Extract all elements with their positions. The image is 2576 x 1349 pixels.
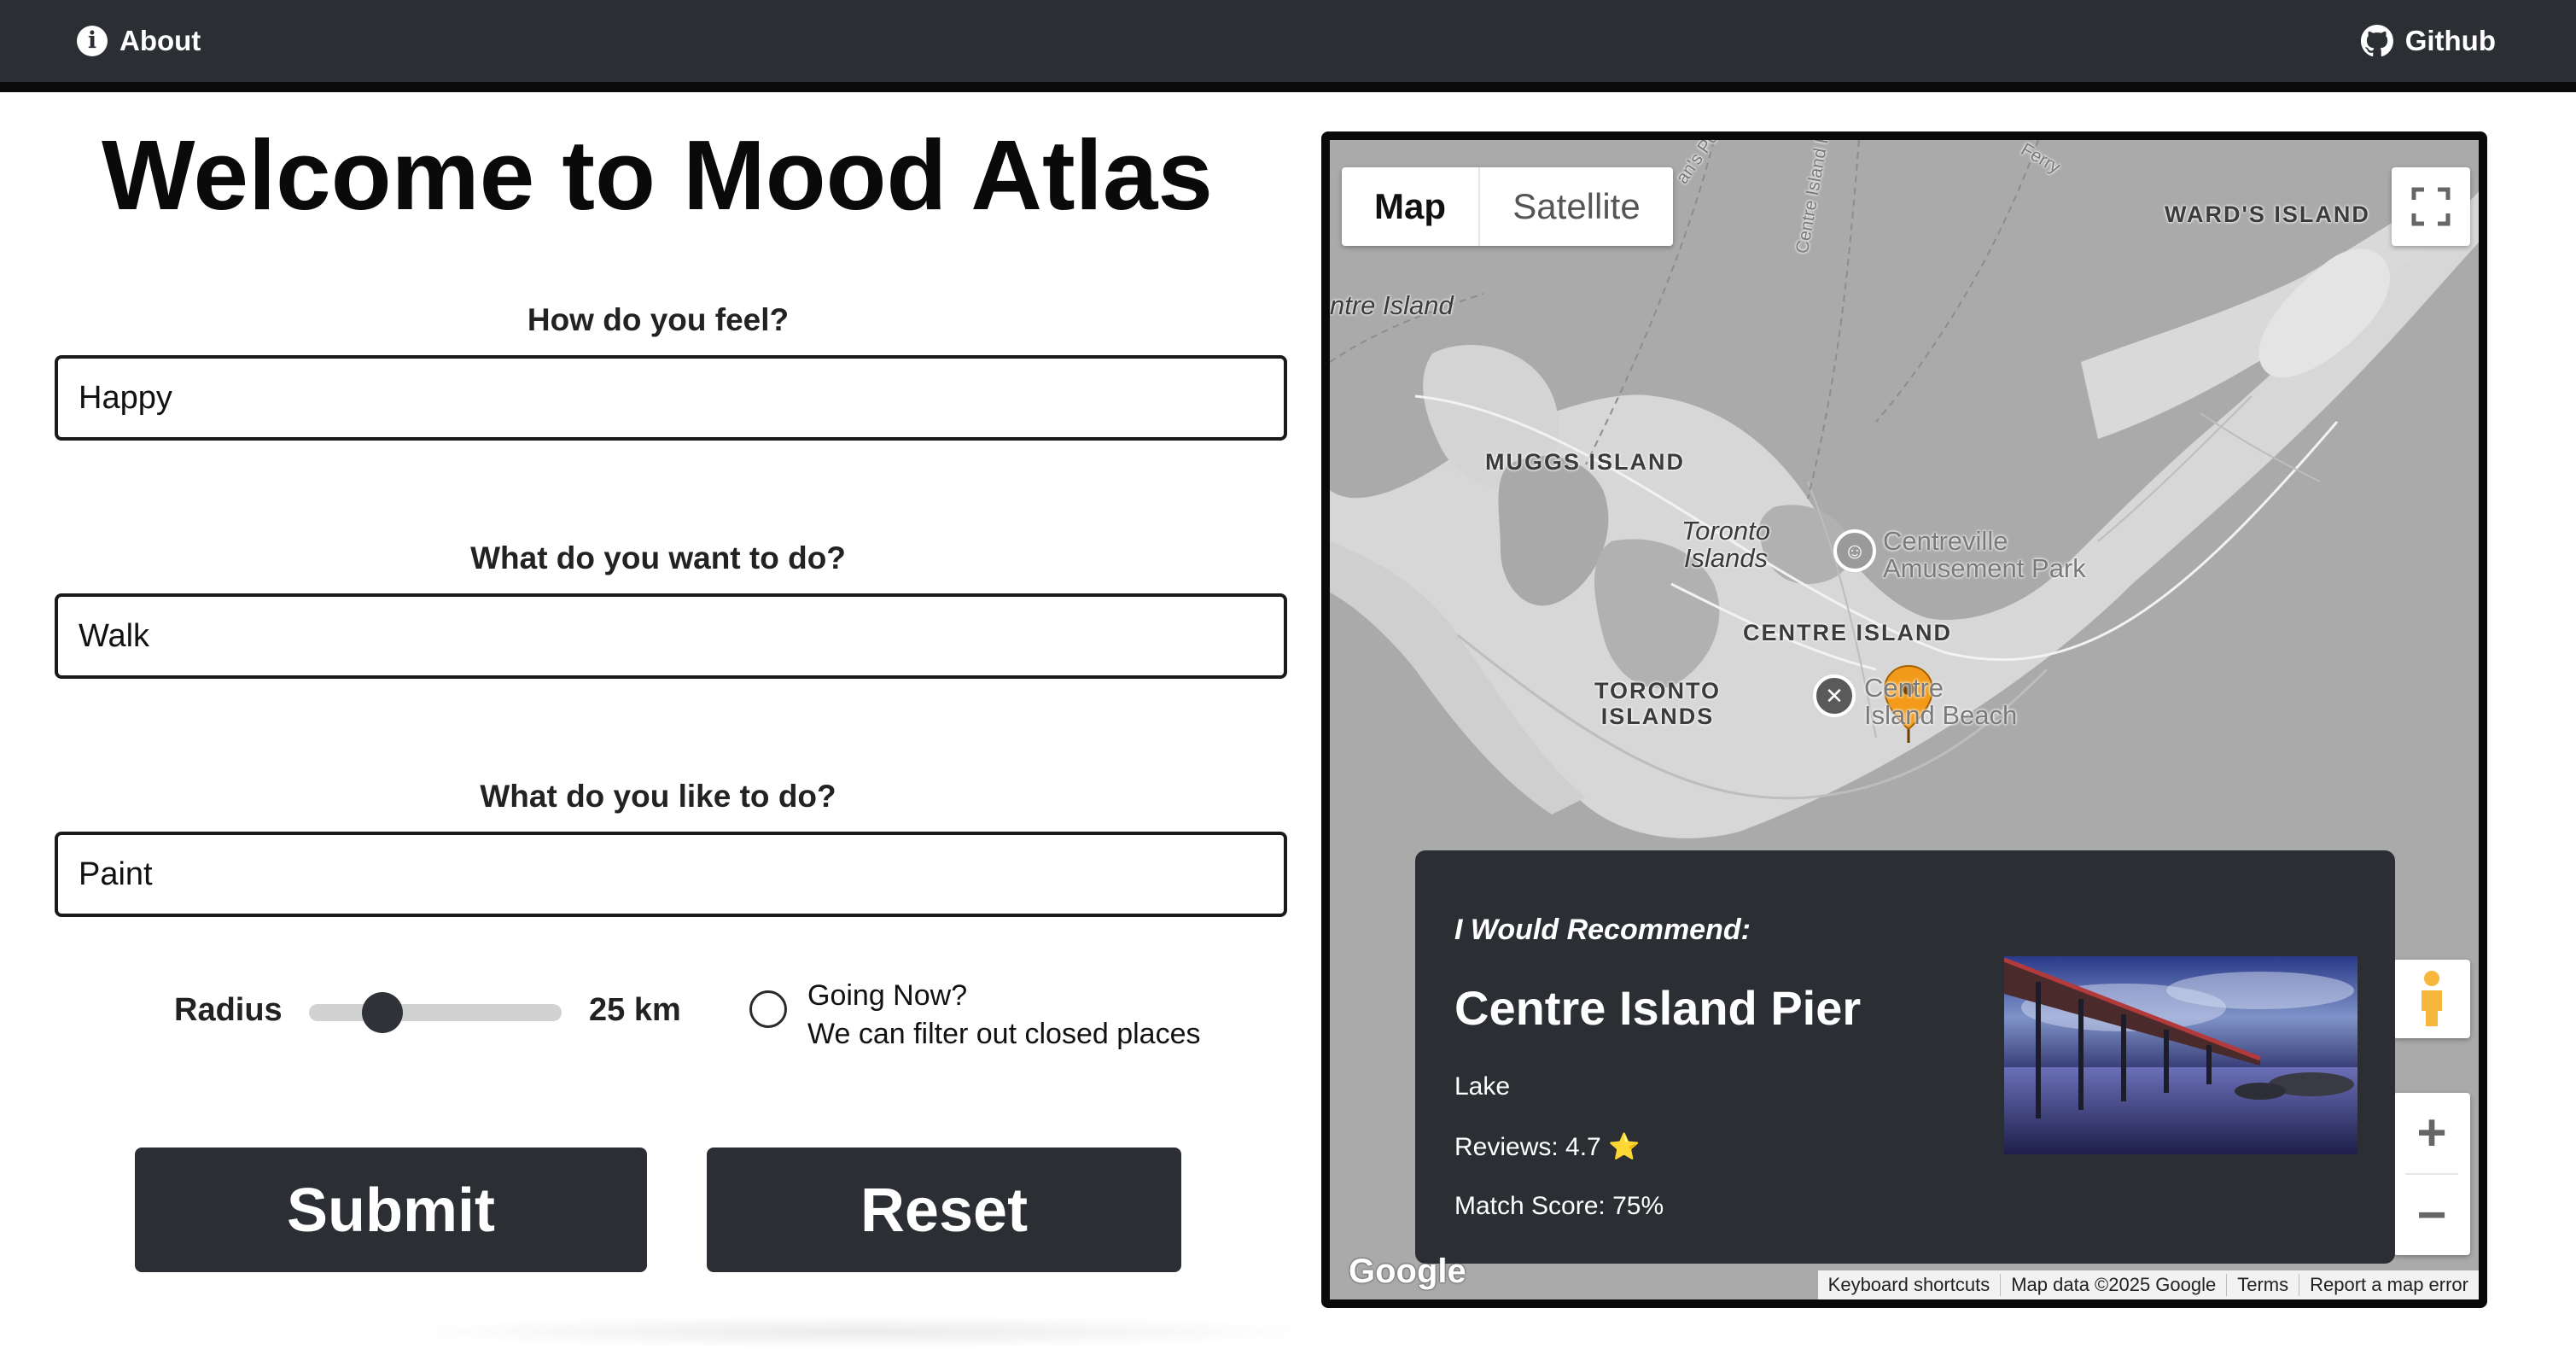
map-label-toronto-islands-caps: TORONTO ISLANDS	[1594, 678, 1721, 729]
toronto-islands-caps-line-1: TORONTO	[1594, 678, 1722, 704]
radius-slider-thumb[interactable]	[361, 992, 403, 1033]
footer-shadow	[393, 1315, 1332, 1349]
map-attribution-bar: Keyboard shortcuts Map data ©2025 Google…	[1817, 1270, 2479, 1299]
street-view-button[interactable]	[2393, 960, 2470, 1038]
keyboard-shortcuts-link[interactable]: Keyboard shortcuts	[1818, 1274, 2001, 1296]
zoom-control: + −	[2393, 1093, 2470, 1255]
fullscreen-icon	[2411, 187, 2451, 226]
map-label-toronto-islands: Toronto Islands	[1681, 517, 1770, 572]
submit-button[interactable]: Submit	[135, 1148, 647, 1272]
github-icon	[2360, 25, 2393, 57]
report-map-error-link[interactable]: Report a map error	[2299, 1274, 2479, 1296]
reset-button[interactable]: Reset	[707, 1148, 1181, 1272]
about-link[interactable]: i About	[77, 22, 201, 60]
going-now-radio[interactable]	[749, 990, 787, 1028]
github-link[interactable]: Github	[2360, 22, 2496, 60]
recommendation-reviews: Reviews: 4.7 ⭐	[1454, 1133, 1641, 1161]
terms-link[interactable]: Terms	[2226, 1274, 2299, 1296]
radius-slider-track[interactable]	[309, 1004, 562, 1021]
toronto-islands-line-2: Islands	[1683, 543, 1769, 573]
map-type-satellite-button[interactable]: Satellite	[1480, 167, 1673, 246]
info-icon: i	[77, 26, 108, 56]
recommendation-category: Lake	[1454, 1072, 1511, 1101]
map-container[interactable]: WARD'S ISLAND ntre Island MUGGS ISLAND T…	[1321, 131, 2487, 1308]
zoom-in-button[interactable]: +	[2393, 1093, 2470, 1173]
map-label-centreville[interactable]: Centreville Amusement Park	[1883, 528, 2086, 582]
navbar: i About Github	[0, 0, 2576, 92]
feel-label: How do you feel?	[527, 302, 790, 337]
github-label: Github	[2404, 25, 2496, 56]
going-now-label[interactable]: Going Now? We can filter out closed plac…	[807, 977, 1201, 1054]
google-logo[interactable]: Google	[1349, 1253, 1466, 1291]
map-label-centre-island: CENTRE ISLAND	[1743, 620, 1953, 645]
recommendation-name: Centre Island Pier	[1454, 981, 1862, 1035]
page-title: Welcome to Mood Atlas	[102, 120, 1213, 231]
recommendation-photo	[2004, 956, 2357, 1154]
map-label-centre-island-beach[interactable]: Centre Island Beach	[1864, 674, 2017, 729]
toronto-islands-caps-line-2: ISLANDS	[1600, 704, 1715, 729]
map-label-centre-island-partial: ntre Island	[1330, 290, 1454, 320]
amusement-park-icon[interactable]: ☺	[1833, 529, 1876, 572]
centreville-line-2: Amusement Park	[1883, 553, 2086, 583]
map-data-text: Map data ©2025 Google	[2000, 1274, 2226, 1296]
like-input[interactable]	[55, 832, 1287, 917]
centreville-line-1: Centreville	[1883, 526, 2008, 556]
going-now-subtitle: We can filter out closed places	[807, 1018, 1201, 1050]
beach-line-2: Island Beach	[1864, 700, 2018, 730]
recommendation-heading: I Would Recommend:	[1454, 914, 1751, 946]
map-label-muggs-island: MUGGS ISLAND	[1485, 449, 1686, 475]
map-label-wards-island: WARD'S ISLAND	[2165, 201, 2370, 227]
beach-poi-icon[interactable]: ✕	[1813, 674, 1856, 717]
like-label: What do you like to do?	[480, 779, 836, 814]
fullscreen-button[interactable]	[2392, 167, 2470, 246]
radius-value: 25 km	[589, 992, 681, 1028]
pegman-icon	[2422, 971, 2442, 1026]
beach-line-1: Centre	[1864, 673, 1944, 703]
recommendation-card: I Would Recommend: Centre Island Pier La…	[1415, 850, 2395, 1264]
recommendation-match-score: Match Score: 75%	[1454, 1192, 1664, 1220]
feel-input[interactable]	[55, 355, 1287, 441]
going-now-title: Going Now?	[807, 979, 968, 1012]
about-label: About	[119, 25, 201, 56]
want-input[interactable]	[55, 593, 1287, 679]
toronto-islands-line-1: Toronto	[1681, 516, 1770, 546]
radius-label: Radius	[174, 992, 283, 1028]
want-label: What do you want to do?	[470, 540, 846, 575]
map-type-map-button[interactable]: Map	[1342, 167, 1480, 246]
map-type-control: Map Satellite	[1342, 167, 1673, 246]
zoom-out-button[interactable]: −	[2393, 1175, 2470, 1255]
